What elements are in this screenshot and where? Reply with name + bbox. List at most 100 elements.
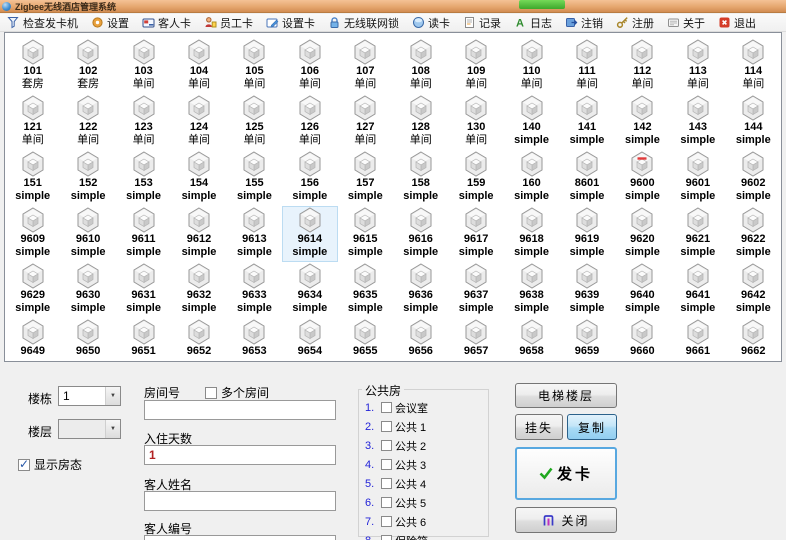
room-112[interactable]: 112 单间 — [615, 38, 670, 94]
room-9617[interactable]: 9617 simple — [448, 206, 503, 262]
room-9622[interactable]: 9622 simple — [726, 206, 781, 262]
room-9656[interactable]: 9656 — [393, 318, 448, 361]
room-9650[interactable]: 9650 — [60, 318, 115, 361]
room-142[interactable]: 142 simple — [615, 94, 670, 150]
room-122[interactable]: 122 单间 — [60, 94, 115, 150]
toolbar-item-guest-card[interactable]: 客人卡 — [139, 14, 194, 32]
room-141[interactable]: 141 simple — [559, 94, 614, 150]
room-9600[interactable]: 9600 simple — [615, 150, 670, 206]
room-9631[interactable]: 9631 simple — [116, 262, 171, 318]
toolbar-item-about[interactable]: 关于 — [664, 14, 708, 32]
room-127[interactable]: 127 单间 — [338, 94, 393, 150]
room-121[interactable]: 121 单间 — [5, 94, 60, 150]
room-153[interactable]: 153 simple — [116, 150, 171, 206]
building-select[interactable]: 1 ▼ — [58, 386, 121, 406]
elevator-floor-button[interactable]: 电梯楼层 — [515, 383, 617, 408]
room-159[interactable]: 159 simple — [448, 150, 503, 206]
room-9630[interactable]: 9630 simple — [60, 262, 115, 318]
show-status-checkbox[interactable] — [18, 457, 30, 471]
room-9618[interactable]: 9618 simple — [504, 206, 559, 262]
room-111[interactable]: 111 单间 — [559, 38, 614, 94]
room-9649[interactable]: 9649 — [5, 318, 60, 361]
room-114[interactable]: 114 单间 — [726, 38, 781, 94]
room-107[interactable]: 107 单间 — [338, 38, 393, 94]
room-9616[interactable]: 9616 simple — [393, 206, 448, 262]
public-room-checkbox[interactable] — [381, 402, 392, 413]
guest-id-input[interactable] — [144, 535, 336, 540]
issue-card-button[interactable]: 发卡 — [515, 447, 617, 500]
room-9629[interactable]: 9629 simple — [5, 262, 60, 318]
public-room-checkbox[interactable] — [381, 516, 392, 527]
public-room-checkbox[interactable] — [381, 478, 392, 489]
toolbar-item-exit[interactable]: 退出 — [715, 14, 759, 32]
room-9610[interactable]: 9610 simple — [60, 206, 115, 262]
room-108[interactable]: 108 单间 — [393, 38, 448, 94]
public-room-checkbox[interactable] — [381, 421, 392, 432]
room-157[interactable]: 157 simple — [338, 150, 393, 206]
room-9637[interactable]: 9637 simple — [448, 262, 503, 318]
room-130[interactable]: 130 单间 — [448, 94, 503, 150]
room-9653[interactable]: 9653 — [227, 318, 282, 361]
toolbar-item-register[interactable]: 注册 — [613, 14, 657, 32]
room-number-input[interactable] — [144, 400, 336, 420]
close-button[interactable]: 关闭 — [515, 507, 617, 533]
room-9651[interactable]: 9651 — [116, 318, 171, 361]
room-9633[interactable]: 9633 simple — [227, 262, 282, 318]
room-9659[interactable]: 9659 — [559, 318, 614, 361]
room-9641[interactable]: 9641 simple — [670, 262, 725, 318]
room-9634[interactable]: 9634 simple — [282, 262, 337, 318]
room-9638[interactable]: 9638 simple — [504, 262, 559, 318]
room-9609[interactable]: 9609 simple — [5, 206, 60, 262]
copy-button[interactable]: 复制 — [567, 414, 617, 440]
room-151[interactable]: 151 simple — [5, 150, 60, 206]
toolbar-item-check-encoder[interactable]: 检查发卡机 — [4, 14, 81, 32]
room-9632[interactable]: 9632 simple — [171, 262, 226, 318]
room-104[interactable]: 104 单间 — [171, 38, 226, 94]
room-9657[interactable]: 9657 — [448, 318, 503, 361]
room-9661[interactable]: 9661 — [670, 318, 725, 361]
guest-name-input[interactable] — [144, 491, 336, 511]
room-9652[interactable]: 9652 — [171, 318, 226, 361]
room-9612[interactable]: 9612 simple — [171, 206, 226, 262]
room-9621[interactable]: 9621 simple — [670, 206, 725, 262]
floor-select[interactable]: ▼ — [58, 419, 121, 439]
room-9601[interactable]: 9601 simple — [670, 150, 725, 206]
toolbar-item-read-card[interactable]: 读卡 — [409, 14, 453, 32]
room-9611[interactable]: 9611 simple — [116, 206, 171, 262]
room-9640[interactable]: 9640 simple — [615, 262, 670, 318]
room-9658[interactable]: 9658 — [504, 318, 559, 361]
room-110[interactable]: 110 单间 — [504, 38, 559, 94]
public-room-checkbox[interactable] — [381, 459, 392, 470]
room-124[interactable]: 124 单间 — [171, 94, 226, 150]
room-9615[interactable]: 9615 simple — [338, 206, 393, 262]
room-9614[interactable]: 9614 simple — [282, 206, 338, 262]
room-113[interactable]: 113 单间 — [670, 38, 725, 94]
room-154[interactable]: 154 simple — [171, 150, 226, 206]
room-105[interactable]: 105 单间 — [227, 38, 282, 94]
room-9660[interactable]: 9660 — [615, 318, 670, 361]
room-128[interactable]: 128 单间 — [393, 94, 448, 150]
room-156[interactable]: 156 simple — [282, 150, 337, 206]
chevron-down-icon[interactable]: ▼ — [105, 387, 120, 405]
room-103[interactable]: 103 单间 — [116, 38, 171, 94]
room-102[interactable]: 102 套房 — [60, 38, 115, 94]
room-109[interactable]: 109 单间 — [448, 38, 503, 94]
public-room-checkbox[interactable] — [381, 440, 392, 451]
room-152[interactable]: 152 simple — [60, 150, 115, 206]
room-9602[interactable]: 9602 simple — [726, 150, 781, 206]
room-9639[interactable]: 9639 simple — [559, 262, 614, 318]
report-loss-button[interactable]: 挂失 — [515, 414, 563, 440]
room-101[interactable]: 101 套房 — [5, 38, 60, 94]
room-9654[interactable]: 9654 — [282, 318, 337, 361]
room-160[interactable]: 160 simple — [504, 150, 559, 206]
toolbar-item-wireless-lock[interactable]: 无线联网锁 — [325, 14, 402, 32]
room-8601[interactable]: 8601 simple — [559, 150, 614, 206]
room-9655[interactable]: 9655 — [338, 318, 393, 361]
toolbar-item-settings[interactable]: 设置 — [88, 14, 132, 32]
multi-room-checkbox[interactable] — [205, 386, 217, 399]
toolbar-item-logout[interactable]: 注销 — [562, 14, 606, 32]
room-106[interactable]: 106 单间 — [282, 38, 337, 94]
room-158[interactable]: 158 simple — [393, 150, 448, 206]
room-9619[interactable]: 9619 simple — [559, 206, 614, 262]
room-126[interactable]: 126 单间 — [282, 94, 337, 150]
